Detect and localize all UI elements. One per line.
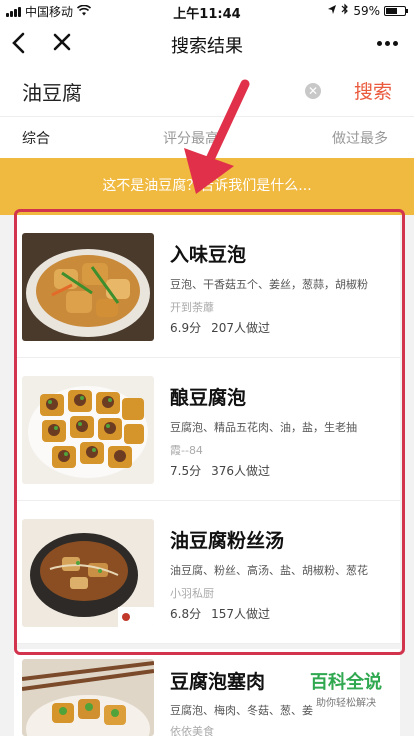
recipe-thumbnail [22,659,154,736]
battery-icon [384,5,408,16]
more-dots-icon[interactable] [372,30,402,56]
recipe-author: 依依美食 [170,725,214,736]
clear-icon[interactable]: ✕ [305,83,321,99]
watermark-subtitle: 助你轻松解决 [316,698,376,709]
tab-comprehensive[interactable]: 综合 [22,128,50,148]
status-bar: 中国移动 上午11:44 59% [0,0,414,22]
tab-most-cooked[interactable]: 做过最多 [332,128,388,148]
watermark-title: 百科全说 [310,672,382,693]
battery-percent: 59% [353,3,380,18]
sort-tabs: 综合 评分最高 做过最多 [0,116,414,158]
recipe-title: 豆腐泡塞肉 [170,671,266,693]
search-button[interactable]: 搜索 [354,77,392,104]
bluetooth-icon [341,3,349,18]
page-title: 搜索结果 [171,36,243,57]
search-input[interactable] [22,76,292,106]
location-icon [327,4,337,18]
highlight-box [14,209,405,655]
feedback-banner[interactable]: 这不是油豆腐？告诉我们是什么... [0,158,414,215]
watermark: 百科全说 助你轻松解决 [286,668,406,712]
nav-bar: 搜索结果 [0,22,414,66]
search-bar: ✕ 搜索 [0,66,414,116]
tab-top-rated[interactable]: 评分最高 [163,128,219,148]
